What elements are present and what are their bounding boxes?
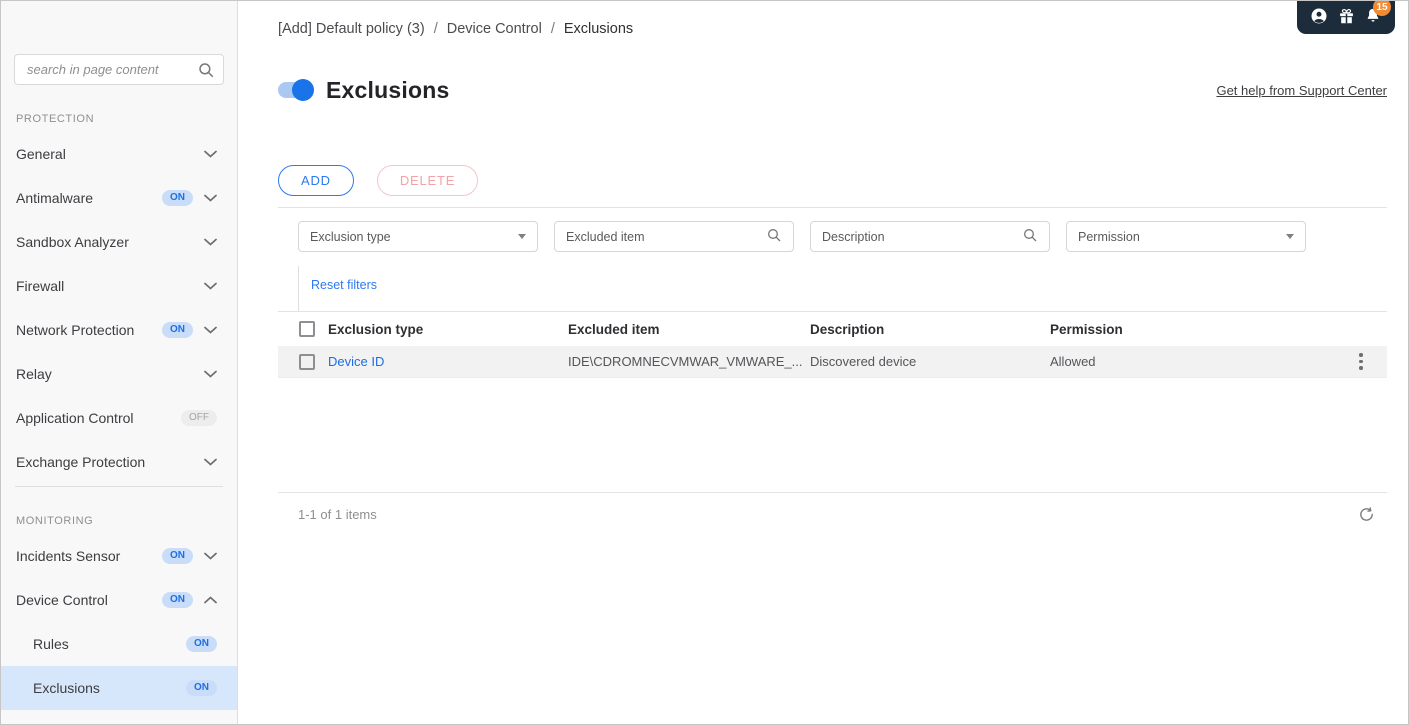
account-button[interactable]	[1310, 7, 1328, 28]
breadcrumb-device-control[interactable]: Device Control	[447, 21, 542, 37]
sidebar-item-exchange-protection[interactable]: Exchange Protection	[1, 440, 237, 484]
status-badge: ON	[162, 322, 193, 338]
status-badge: ON	[162, 592, 193, 608]
topbar-actions: 15	[1297, 1, 1395, 34]
table-header: Exclusion type Excluded item Description…	[278, 312, 1387, 346]
column-header-description: Description	[810, 321, 885, 337]
status-badge: OFF	[181, 410, 217, 426]
whats-new-button[interactable]	[1338, 8, 1355, 28]
row-checkbox[interactable]	[299, 353, 315, 370]
reset-filters-row: Reset filters	[298, 266, 1387, 311]
page-title: Exclusions	[326, 76, 450, 103]
add-button[interactable]: ADD	[278, 165, 354, 196]
excluded-item-cell: IDE\CDROMNECVMWAR_VMWARE_...	[568, 354, 803, 369]
sidebar-item-network-protection[interactable]: Network Protection ON	[1, 308, 237, 352]
breadcrumb-separator: /	[550, 21, 555, 37]
breadcrumb-separator: /	[433, 21, 438, 37]
toggle-knob	[292, 79, 314, 101]
section-label-protection: PROTECTION	[16, 113, 95, 125]
caret-down-icon	[1286, 234, 1294, 239]
status-badge: ON	[162, 190, 193, 206]
breadcrumb: [Add] Default policy (3) / Device Contro…	[278, 1, 1387, 37]
chevron-down-icon	[204, 282, 217, 290]
search-icon	[766, 227, 782, 246]
sidebar-divider	[15, 486, 223, 487]
description-input[interactable]	[822, 229, 1022, 244]
column-header-excluded-item: Excluded item	[568, 321, 660, 337]
sidebar-item-device-control[interactable]: Device Control ON	[1, 578, 237, 622]
notification-count-badge: 15	[1373, 1, 1391, 16]
sidebar-item-rules[interactable]: Rules ON	[1, 622, 237, 666]
toolbar: ADD DELETE	[278, 165, 1387, 196]
breadcrumb-policy[interactable]: [Add] Default policy (3)	[278, 21, 425, 37]
row-actions-menu-icon[interactable]	[1349, 350, 1373, 374]
app-window: PROTECTION General Antimalware ON Sandbo…	[0, 0, 1409, 725]
breadcrumb-exclusions: Exclusions	[563, 21, 634, 37]
support-center-link[interactable]: Get help from Support Center	[1216, 83, 1387, 98]
caret-down-icon	[518, 234, 526, 239]
description-filter[interactable]	[810, 221, 1050, 252]
reset-filters-link[interactable]: Reset filters	[311, 278, 377, 292]
description-cell: Discovered device	[810, 354, 917, 369]
chevron-down-icon	[204, 194, 217, 202]
chevron-down-icon	[204, 552, 217, 560]
chevron-down-icon	[204, 238, 217, 246]
title-row: Exclusions Get help from Support Center	[278, 74, 1387, 106]
sidebar-item-relay[interactable]: Relay	[1, 352, 237, 396]
sidebar-item-incidents-sensor[interactable]: Incidents Sensor ON	[1, 534, 237, 578]
status-badge: ON	[186, 636, 217, 652]
sidebar-item-application-control[interactable]: Application Control OFF	[1, 396, 237, 440]
column-header-exclusion-type: Exclusion type	[328, 321, 424, 337]
gift-icon	[1338, 8, 1355, 28]
search-icon	[197, 61, 215, 84]
toolbar-divider	[278, 207, 1387, 208]
sidebar-item-antimalware[interactable]: Antimalware ON	[1, 176, 237, 220]
search-input[interactable]	[15, 55, 223, 84]
filters-row: Exclusion type Permission	[298, 221, 1387, 252]
sidebar-item-sandbox-analyzer[interactable]: Sandbox Analyzer	[1, 220, 237, 264]
select-all-checkbox[interactable]	[299, 321, 315, 337]
sidebar-item-general[interactable]: General	[1, 132, 237, 176]
chevron-down-icon	[204, 370, 217, 378]
items-count: 1-1 of 1 items	[298, 506, 377, 522]
exclusion-type-filter[interactable]: Exclusion type	[298, 221, 538, 252]
chevron-down-icon	[204, 458, 217, 466]
refresh-icon[interactable]	[1358, 506, 1375, 523]
sidebar-item-firewall[interactable]: Firewall	[1, 264, 237, 308]
user-icon	[1310, 7, 1328, 28]
section-label-monitoring: MONITORING	[16, 515, 94, 527]
sidebar-search	[14, 54, 224, 85]
column-header-permission: Permission	[1050, 321, 1123, 337]
table-row[interactable]: Device ID IDE\CDROMNECVMWAR_VMWARE_... D…	[278, 346, 1387, 378]
notifications-button[interactable]: 15	[1364, 1, 1391, 28]
excluded-item-filter[interactable]	[554, 221, 794, 252]
sidebar: PROTECTION General Antimalware ON Sandbo…	[1, 1, 238, 724]
delete-button[interactable]: DELETE	[376, 165, 479, 196]
excluded-item-input[interactable]	[566, 229, 766, 244]
exclusions-toggle[interactable]	[278, 79, 314, 101]
permission-filter[interactable]: Permission	[1066, 221, 1306, 252]
chevron-down-icon	[204, 326, 217, 334]
status-badge: ON	[186, 680, 217, 696]
main-content: 15 [Add] Default policy (3) / Device Con…	[238, 1, 1408, 724]
chevron-down-icon	[204, 150, 217, 158]
sidebar-item-exclusions[interactable]: Exclusions ON	[1, 666, 237, 710]
search-icon	[1022, 227, 1038, 246]
exclusion-type-link[interactable]: Device ID	[328, 354, 568, 369]
permission-cell: Allowed	[1050, 354, 1096, 369]
chevron-up-icon	[204, 596, 217, 604]
table-footer: 1-1 of 1 items	[278, 493, 1387, 535]
status-badge: ON	[162, 548, 193, 564]
